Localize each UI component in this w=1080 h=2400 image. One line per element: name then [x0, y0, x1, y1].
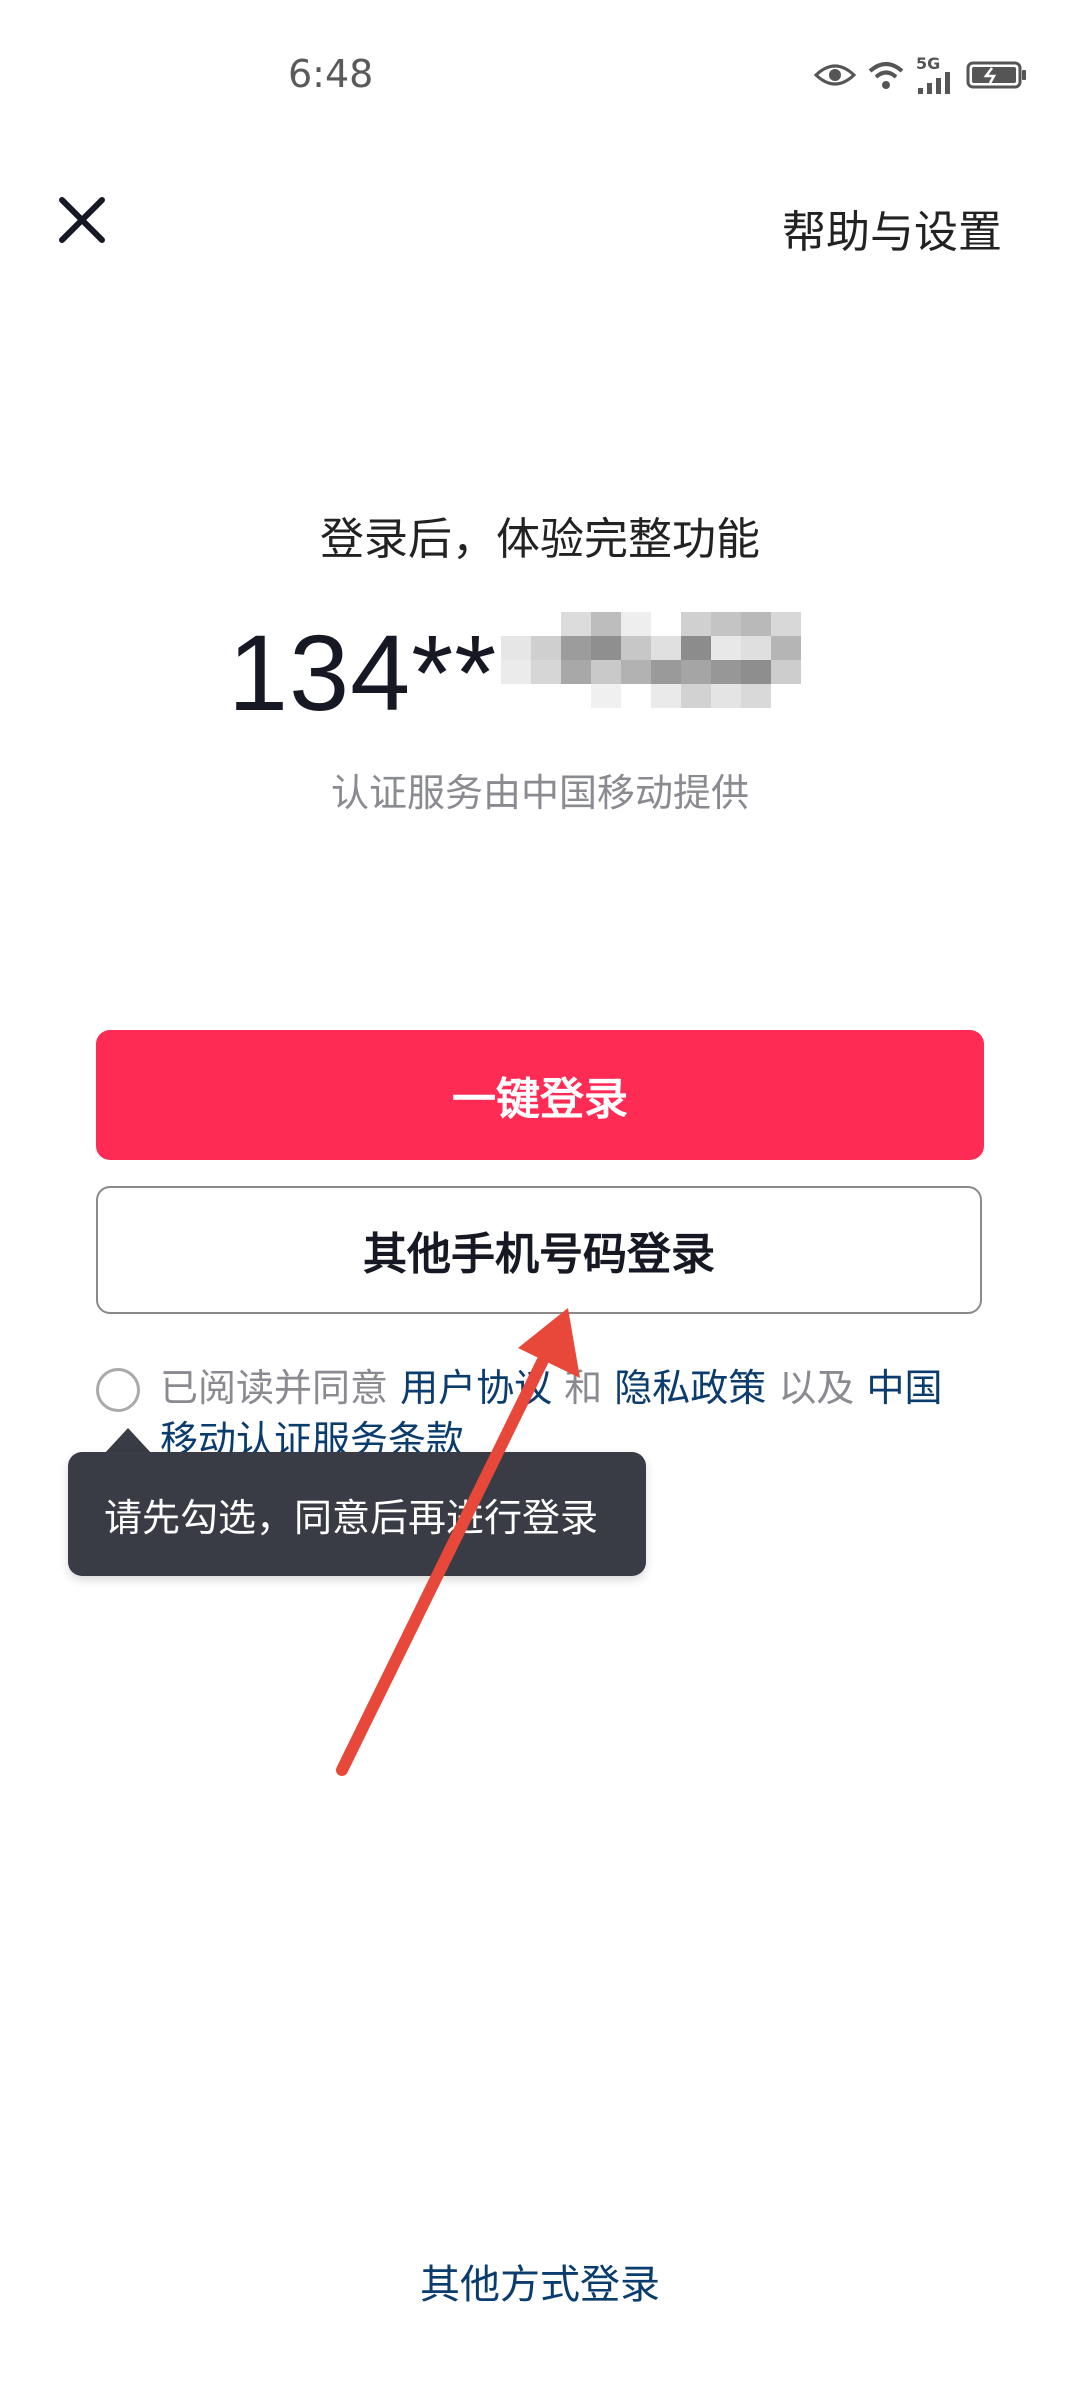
status-time: 6:48: [288, 52, 374, 96]
help-settings-link[interactable]: 帮助与设置: [782, 196, 1002, 260]
agreement-prefix: 已阅读并同意: [160, 1366, 401, 1410]
phone-number: 134**: [228, 611, 861, 733]
close-button[interactable]: [52, 190, 112, 250]
privacy-policy-link[interactable]: 隐私政策: [614, 1366, 766, 1410]
network-type: 5G: [916, 56, 956, 94]
other-phone-login-button[interactable]: 其他手机号码登录: [96, 1186, 982, 1314]
network-label: 5G: [916, 54, 941, 73]
user-agreement-link[interactable]: 用户协议: [400, 1366, 552, 1410]
agree-first-tooltip: 请先勾选，同意后再进行登录: [68, 1452, 646, 1576]
eye-icon: [814, 64, 856, 86]
signal-icon: [918, 72, 950, 94]
one-click-login-button[interactable]: 一键登录: [96, 1030, 984, 1160]
battery-icon: [966, 61, 1026, 89]
agreement-and: 和: [552, 1366, 615, 1410]
status-icons: 5G: [814, 56, 1028, 94]
agreement-text: 已阅读并同意 用户协议 和 隐私政策 以及 中国移动认证服务条款: [160, 1362, 980, 1466]
close-icon: [59, 197, 105, 243]
tooltip-tail: [104, 1428, 152, 1454]
wifi-icon: [868, 62, 904, 89]
tooltip-text: 请先勾选，同意后再进行登录: [104, 1495, 599, 1540]
agreement-and-also: 以及: [766, 1366, 867, 1410]
agreement-checkbox[interactable]: [96, 1368, 140, 1412]
phone-number-mosaic: [501, 612, 861, 732]
provider-note: 认证服务由中国移动提供: [330, 771, 749, 815]
login-subtitle: 登录后，体验完整功能: [320, 514, 760, 565]
other-login-link[interactable]: 其他方式登录: [0, 2252, 1080, 2310]
phone-number-text: 134**: [228, 611, 498, 733]
